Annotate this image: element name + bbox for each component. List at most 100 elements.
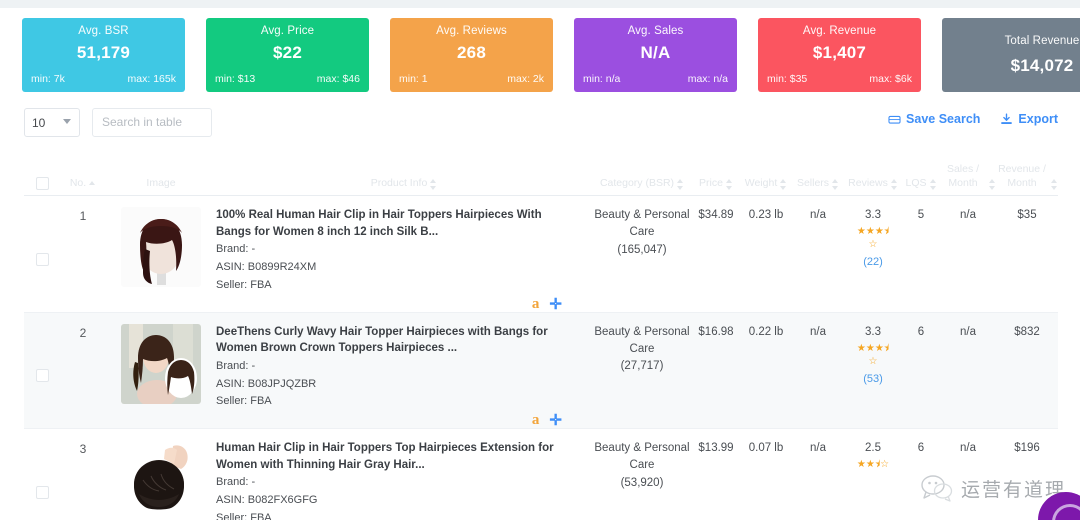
column-label: Image	[146, 176, 175, 190]
column-header-no[interactable]: No.	[60, 176, 106, 190]
product-title[interactable]: Human Hair Clip in Hair Toppers Top Hair…	[216, 440, 576, 473]
column-header-price[interactable]: Price	[692, 176, 740, 190]
row-checkbox[interactable]	[24, 207, 60, 312]
checkbox-icon	[36, 177, 49, 190]
save-search-button[interactable]: Save Search	[888, 112, 980, 126]
export-button[interactable]: Export	[1000, 112, 1058, 126]
column-header-sales-month[interactable]: Sales / Month	[940, 162, 996, 190]
stat-card-avg-reviews: Avg. Reviews 268 min: 1 max: 2k	[390, 18, 553, 92]
table-row[interactable]: 3 Human Hair Clip in Hair Toppers Top Ha…	[24, 429, 1058, 520]
wavy-hair-model-image	[121, 324, 201, 404]
rating-stars-icon: ★★★⯨	[844, 344, 902, 354]
column-label: Sellers	[797, 176, 829, 190]
category-bsr: (165,047)	[592, 242, 692, 259]
product-brand: Brand: -	[216, 241, 576, 258]
results-table: No. Image Product Info Category (BSR) Pr…	[24, 150, 1058, 520]
stat-value: N/A	[574, 43, 737, 63]
stat-card-avg-price: Avg. Price $22 min: $13 max: $46	[206, 18, 369, 92]
add-product-icon[interactable]: ✛	[549, 413, 562, 428]
product-category: Beauty & Personal Care (53,920)	[592, 440, 692, 492]
stat-min: min: $13	[215, 73, 255, 85]
stat-max: max: 165k	[128, 73, 176, 85]
review-count[interactable]: (22)	[844, 254, 902, 271]
product-thumbnail[interactable]	[106, 324, 216, 404]
wig-bob-image	[121, 207, 201, 287]
product-revenue-month: $196	[996, 440, 1058, 457]
product-title[interactable]: DeeThens Curly Wavy Hair Topper Hairpiec…	[216, 324, 576, 357]
stat-range: min: $13 max: $46	[215, 73, 360, 85]
column-header-sellers[interactable]: Sellers	[792, 176, 844, 190]
stat-value: $14,072	[1011, 56, 1074, 76]
rating-value: 2.5	[865, 442, 881, 454]
column-label: No.	[70, 176, 86, 190]
table-header-row: No. Image Product Info Category (BSR) Pr…	[24, 150, 1058, 196]
table-row[interactable]: 1 100% Real Human Hair Clip in Hair Topp…	[24, 196, 1058, 313]
table-toolbar: 10 Search in table Save Search	[24, 108, 1056, 138]
table-row[interactable]: 2 DeeThens Curly Wavy Hair Topper Hairpi…	[24, 313, 1058, 430]
product-asin: ASIN: B08JPJQZBR	[216, 376, 576, 393]
row-number: 3	[60, 440, 106, 456]
checkbox-icon	[36, 369, 49, 382]
stat-value: $22	[206, 43, 369, 63]
top-strip	[0, 0, 1080, 8]
amazon-icon[interactable]: a	[532, 297, 540, 312]
amazon-icon[interactable]: a	[532, 413, 540, 428]
category-name: Beauty & Personal Care	[594, 326, 689, 355]
select-all-checkbox[interactable]	[24, 177, 60, 190]
product-sellers: n/a	[792, 440, 844, 457]
column-header-image: Image	[106, 176, 216, 190]
column-label: Weight	[745, 176, 778, 190]
category-name: Beauty & Personal Care	[594, 442, 689, 471]
product-sales-month: n/a	[940, 207, 996, 224]
row-checkbox[interactable]	[24, 324, 60, 429]
row-checkbox[interactable]	[24, 440, 60, 520]
column-label: LQS	[905, 176, 926, 190]
product-thumbnail[interactable]	[106, 207, 216, 287]
product-title[interactable]: 100% Real Human Hair Clip in Hair Topper…	[216, 207, 576, 240]
column-header-product-info[interactable]: Product Info	[216, 176, 592, 190]
column-header-reviews[interactable]: Reviews	[844, 176, 902, 190]
product-reviews: 3.3 ★★★⯨ ☆ (53)	[844, 324, 902, 388]
column-header-lqs[interactable]: LQS	[902, 176, 940, 190]
rating-stars-icon: ★★⯨☆	[844, 460, 902, 470]
product-seller: Seller: FBA	[216, 277, 576, 294]
product-brand: Brand: -	[216, 474, 576, 491]
page-size-value: 10	[32, 116, 45, 130]
product-category: Beauty & Personal Care (27,717)	[592, 324, 692, 376]
page-size-select[interactable]: 10	[24, 108, 80, 137]
hair-topper-hand-image	[121, 440, 201, 520]
stat-max: max: $46	[317, 73, 360, 85]
sort-icon	[677, 179, 684, 190]
sort-icon	[726, 179, 733, 190]
stat-card-avg-sales: Avg. Sales N/A min: n/a max: n/a	[574, 18, 737, 92]
stat-min: min: $35	[767, 73, 807, 85]
stat-min: min: 1	[399, 73, 428, 85]
sort-asc-icon	[89, 179, 96, 190]
product-category: Beauty & Personal Care (165,047)	[592, 207, 692, 259]
sort-icon	[930, 179, 937, 190]
stat-min: min: n/a	[583, 73, 620, 85]
stat-title: Avg. Reviews	[390, 25, 553, 37]
stat-max: max: n/a	[688, 73, 728, 85]
stat-min: min: 7k	[31, 73, 65, 85]
toolbar-actions: Save Search Export	[888, 112, 1058, 126]
column-header-weight[interactable]: Weight	[740, 176, 792, 190]
review-count[interactable]: (53)	[844, 371, 902, 388]
category-name: Beauty & Personal Care	[594, 209, 689, 238]
column-header-revenue-month[interactable]: Revenue / Month	[996, 162, 1058, 190]
checkbox-icon	[36, 253, 49, 266]
stat-card-avg-revenue: Avg. Revenue $1,407 min: $35 max: $6k	[758, 18, 921, 92]
export-label: Export	[1018, 112, 1058, 126]
stat-range: min: 1 max: 2k	[399, 73, 544, 85]
product-thumbnail[interactable]	[106, 440, 216, 520]
add-product-icon[interactable]: ✛	[549, 297, 562, 312]
rating-value: 3.3	[865, 209, 881, 221]
column-label: Revenue / Month	[996, 162, 1048, 190]
sort-icon	[1051, 179, 1058, 190]
column-header-category[interactable]: Category (BSR)	[592, 176, 692, 190]
rating-star-empty-icon: ☆	[844, 357, 902, 367]
stat-range: min: 7k max: 165k	[31, 73, 176, 85]
sort-icon	[780, 179, 787, 190]
search-input[interactable]: Search in table	[92, 108, 212, 137]
product-sales-month: n/a	[940, 324, 996, 341]
